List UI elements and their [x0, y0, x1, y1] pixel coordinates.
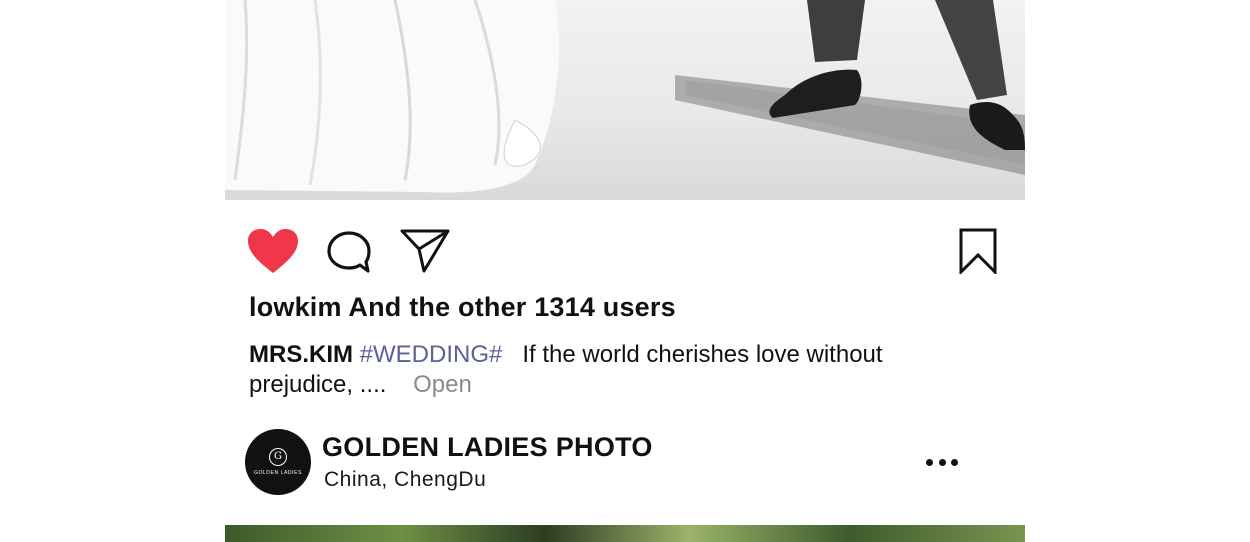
caption-open-link[interactable]: Open	[413, 371, 472, 398]
heart-icon[interactable]	[248, 229, 298, 274]
post-photo[interactable]	[225, 0, 1025, 200]
send-icon[interactable]	[400, 229, 450, 273]
account-avatar[interactable]: G GOLDEN LADIES	[245, 429, 311, 495]
likes-summary[interactable]: lowkim And the other 1314 users	[249, 292, 676, 323]
caption-hashtag[interactable]: #WEDDING#	[360, 341, 503, 368]
account-location[interactable]: China, ChengDu	[324, 468, 486, 492]
caption-author[interactable]: MRS.KIM	[249, 341, 353, 368]
next-post-photo[interactable]	[225, 525, 1025, 542]
golden-ladies-logo-icon: G	[269, 448, 287, 466]
more-dots-icon[interactable]	[926, 452, 958, 472]
account-name[interactable]: GOLDEN LADIES PHOTO	[322, 432, 653, 463]
bookmark-icon[interactable]	[958, 228, 998, 274]
avatar-logo-text: GOLDEN LADIES	[253, 470, 303, 476]
post-caption: MRS.KIM #WEDDING# If the world cherishes…	[249, 340, 949, 400]
comment-icon[interactable]	[326, 230, 372, 274]
wedding-photo-illustration	[225, 0, 1025, 193]
